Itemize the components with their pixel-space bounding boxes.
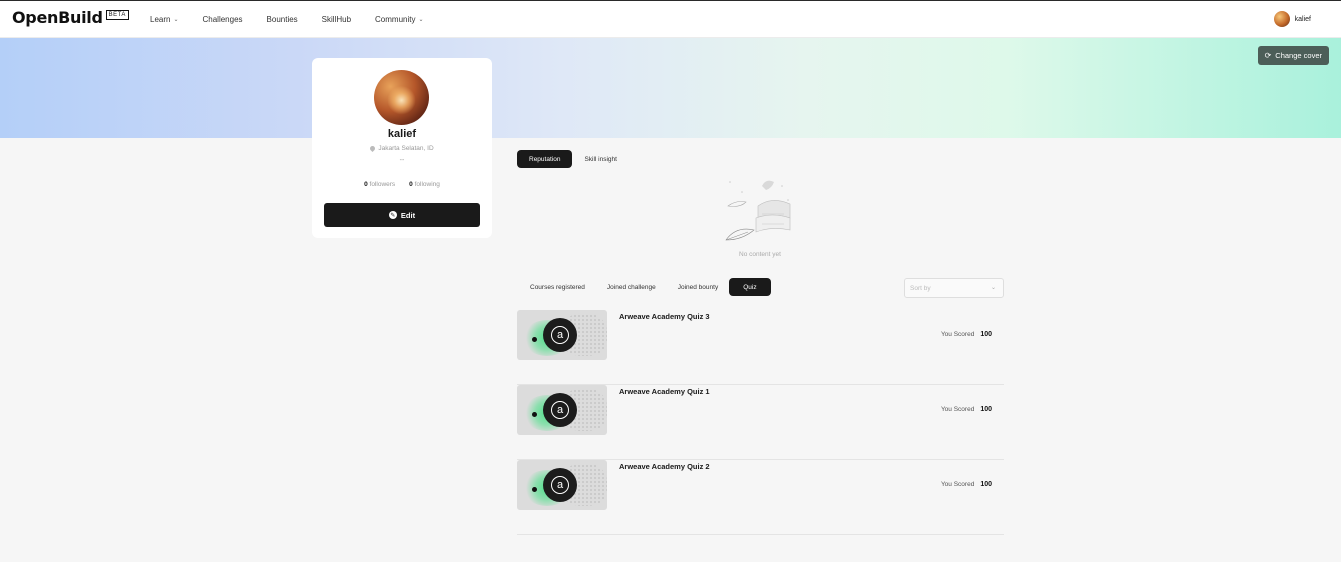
quiz-item[interactable]: a Arweave Academy Quiz 2 You Scored 100 <box>517 460 1004 535</box>
chevron-down-icon: ⌄ <box>990 285 996 291</box>
quiz-title: Arweave Academy Quiz 1 <box>619 387 710 396</box>
arweave-logo-icon: a <box>543 393 577 427</box>
score-label: You Scored <box>940 331 975 338</box>
score-label: You Scored <box>940 406 975 413</box>
edit-label: Edit <box>400 210 416 220</box>
location-pin-icon <box>369 144 377 152</box>
chevron-down-icon: ⌄ <box>418 17 424 23</box>
tab-joined-bounty[interactable]: Joined bounty <box>667 278 729 296</box>
sort-placeholder: Sort by <box>910 284 931 292</box>
quiz-thumbnail: a <box>517 310 607 360</box>
empty-state-text: No content yet <box>739 251 781 258</box>
quiz-score: You Scored 100 <box>941 331 992 338</box>
empty-state-illustration <box>725 180 791 241</box>
followers-label: followers <box>369 181 396 188</box>
nav-bounties-label: Bounties <box>266 15 298 24</box>
score-label: You Scored <box>940 481 975 488</box>
score-value: 100 <box>980 406 992 413</box>
logo-text: OpenBuild <box>12 8 103 27</box>
nav-challenges[interactable]: Challenges <box>203 15 243 24</box>
following-label: following <box>414 181 440 188</box>
nav-community[interactable]: Community ⌄ <box>375 15 423 24</box>
followers-link[interactable]: 0 followers <box>364 181 395 188</box>
nav-skillhub[interactable]: SkillHub <box>322 15 351 24</box>
tab-quiz[interactable]: Quiz <box>729 278 771 296</box>
arweave-logo-icon: a <box>543 468 577 502</box>
arweave-logo-icon: a <box>543 318 577 352</box>
edit-profile-button[interactable]: ✎ Edit <box>324 203 480 227</box>
profile-name: kalief <box>387 128 417 140</box>
top-navbar: OpenBuild BETA Learn ⌄ Challenges Bounti… <box>0 0 1341 38</box>
tab-courses-registered[interactable]: Courses registered <box>519 278 596 296</box>
avatar <box>1273 11 1290 27</box>
nav-community-label: Community <box>375 15 416 24</box>
following-link[interactable]: 0 following <box>409 181 440 188</box>
quiz-item[interactable]: a Arweave Academy Quiz 1 You Scored 100 <box>517 385 1004 460</box>
user-menu[interactable]: kalief <box>1273 11 1311 27</box>
following-count: 0 <box>409 181 413 188</box>
nav-skillhub-label: SkillHub <box>321 15 352 24</box>
quiz-score: You Scored 100 <box>941 481 992 488</box>
openbuild-logo[interactable]: OpenBuild BETA <box>12 9 129 27</box>
quiz-thumbnail: a <box>517 460 607 510</box>
quiz-item[interactable]: a Arweave Academy Quiz 3 You Scored 100 <box>517 310 1004 385</box>
quiz-title: Arweave Academy Quiz 2 <box>619 462 710 471</box>
sort-select[interactable]: Sort by ⌄ <box>904 278 1004 298</box>
beta-badge: BETA <box>105 10 129 20</box>
nav-learn-label: Learn <box>150 15 171 24</box>
profile-cover: ⟳ Change cover <box>0 38 1341 138</box>
followers-count: 0 <box>364 181 368 188</box>
profile-location: Jakarta Selatan, ID <box>312 144 492 152</box>
nav-challenges-label: Challenges <box>202 15 243 24</box>
tab-reputation[interactable]: Reputation <box>517 150 573 168</box>
chevron-down-icon: ⌄ <box>173 17 179 23</box>
nav-learn[interactable]: Learn ⌄ <box>150 15 179 24</box>
refresh-icon: ⟳ <box>1264 51 1272 60</box>
change-cover-label: Change cover <box>1275 51 1322 60</box>
tab-skill-insight[interactable]: Skill insight <box>572 150 629 168</box>
score-value: 100 <box>980 331 992 338</box>
profile-bio: -- <box>399 157 405 164</box>
follow-stats: 0 followers 0 following <box>312 181 492 188</box>
score-value: 100 <box>980 481 992 488</box>
quiz-score: You Scored 100 <box>941 406 992 413</box>
nav-bounties[interactable]: Bounties <box>267 15 298 24</box>
pencil-icon: ✎ <box>388 211 397 219</box>
nav-username: kalief <box>1294 15 1311 23</box>
profile-card: kalief Jakarta Selatan, ID -- 0 follower… <box>312 58 492 238</box>
change-cover-button[interactable]: ⟳ Change cover <box>1257 46 1329 65</box>
profile-avatar <box>374 70 429 125</box>
profile-tabs: Reputation Skill insight <box>517 150 629 168</box>
quiz-title: Arweave Academy Quiz 3 <box>619 312 710 321</box>
location-text: Jakarta Selatan, ID <box>378 145 434 152</box>
tab-joined-challenge[interactable]: Joined challenge <box>596 278 667 296</box>
nav-links: Learn ⌄ Challenges Bounties SkillHub Com… <box>150 1 448 38</box>
quiz-thumbnail: a <box>517 385 607 435</box>
activity-tabs: Courses registered Joined challenge Join… <box>519 278 771 296</box>
